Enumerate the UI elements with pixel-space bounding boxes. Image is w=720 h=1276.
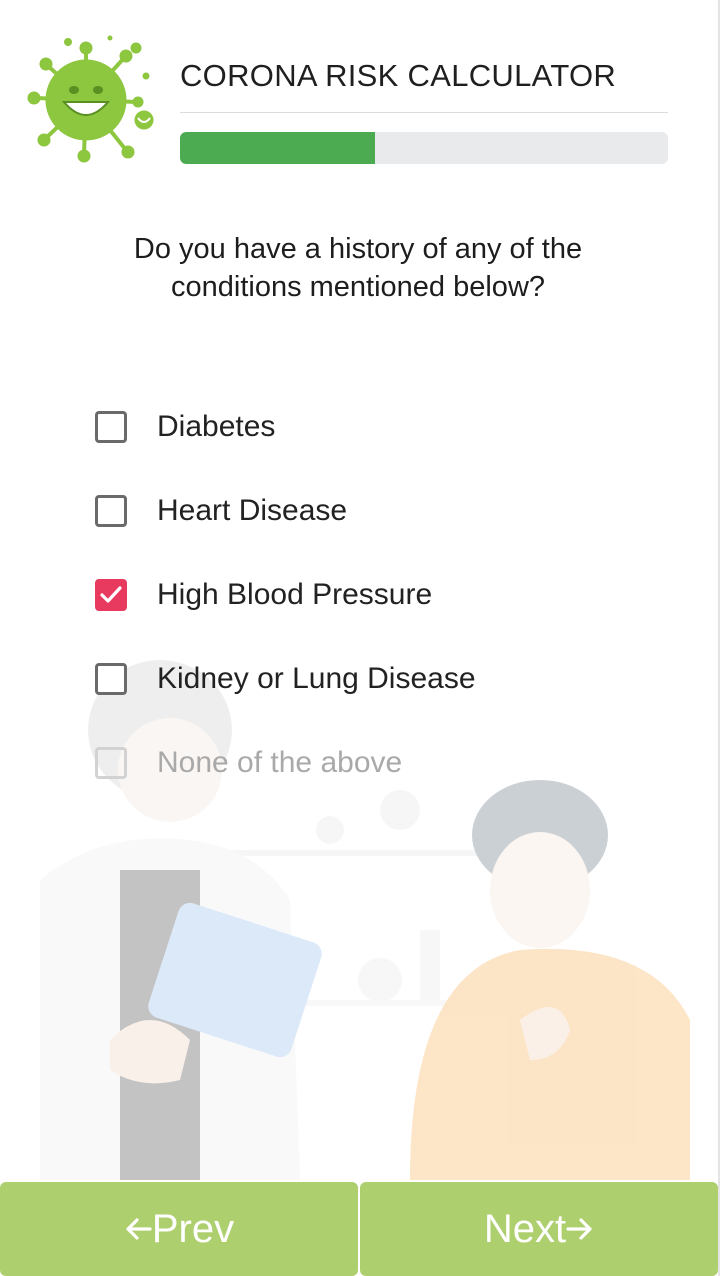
option-kidney-or-lung-disease[interactable]: Kidney or Lung Disease: [95, 658, 655, 742]
next-label: Next: [483, 1206, 567, 1251]
prev-label: Prev: [151, 1206, 235, 1251]
checkbox-disabled[interactable]: [95, 747, 127, 779]
prev-button[interactable]: Prev: [0, 1182, 358, 1276]
option-heart-disease[interactable]: Heart Disease: [95, 490, 655, 574]
title-divider: [180, 112, 668, 113]
option-label: Kidney or Lung Disease: [157, 662, 476, 695]
checkmark-icon: [100, 586, 122, 603]
checkbox[interactable]: [95, 663, 127, 695]
option-label: Heart Disease: [157, 494, 348, 527]
condition-options: Diabetes Heart Disease High Blood Pressu…: [95, 406, 655, 826]
option-label: None of the above: [157, 746, 403, 779]
virus-mascot-icon: [27, 35, 154, 163]
next-button[interactable]: Next: [360, 1182, 718, 1276]
question-line-1: Do you have a history of any of the: [133, 233, 583, 265]
progress-bar: [180, 132, 668, 164]
option-diabetes[interactable]: Diabetes: [95, 406, 655, 490]
arrow-left-icon: [126, 1218, 152, 1240]
option-high-blood-pressure[interactable]: High Blood Pressure: [95, 574, 655, 658]
question-line-2: conditions mentioned below?: [170, 271, 546, 303]
checkbox[interactable]: [95, 411, 127, 443]
option-none-of-the-above[interactable]: None of the above: [95, 742, 655, 826]
question-text: Do you have a history of any of the cond…: [60, 230, 656, 306]
app-title: CORONA RISK CALCULATOR: [180, 58, 617, 93]
arrow-right-icon: [566, 1218, 592, 1240]
progress-fill: [180, 132, 376, 164]
option-label: High Blood Pressure: [157, 578, 433, 611]
checkbox-checked[interactable]: [95, 579, 127, 611]
checkbox[interactable]: [95, 495, 127, 527]
option-label: Diabetes: [157, 410, 276, 443]
